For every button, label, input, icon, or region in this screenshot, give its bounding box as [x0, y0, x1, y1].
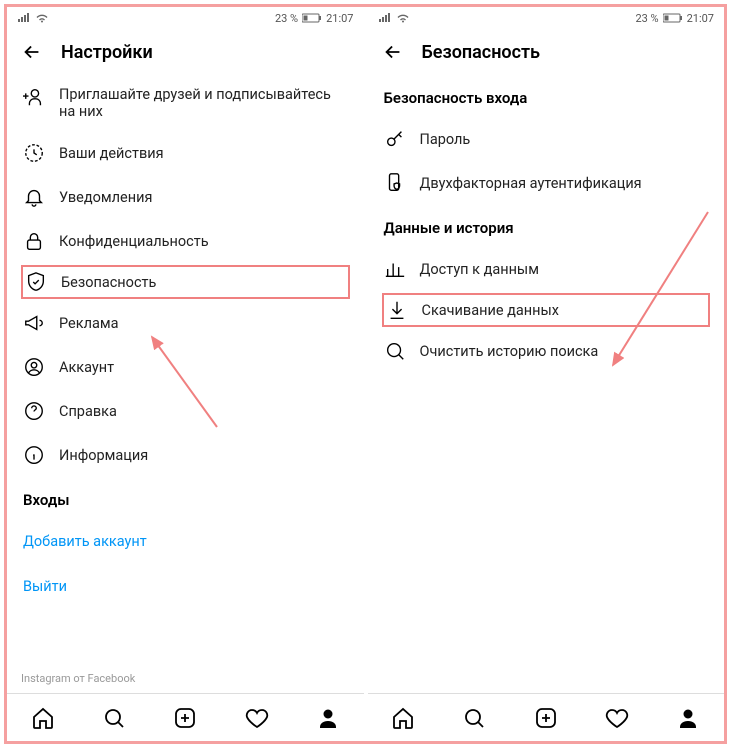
- time: 21:07: [326, 12, 353, 25]
- nav-profile[interactable]: [315, 705, 341, 731]
- menu-data-access[interactable]: Доступ к данным: [382, 247, 711, 291]
- signal-icon: [17, 13, 31, 23]
- nav-home[interactable]: [390, 705, 416, 731]
- info-icon: [23, 444, 45, 466]
- menu-privacy[interactable]: Конфиденциальность: [21, 219, 350, 263]
- bell-icon: [23, 186, 45, 208]
- menu-label: Безопасность: [61, 274, 156, 291]
- bottom-nav: [7, 693, 364, 741]
- menu-label: Скачивание данных: [422, 302, 559, 319]
- link-add-account[interactable]: Добавить аккаунт: [21, 519, 350, 564]
- nav-add[interactable]: [533, 705, 559, 731]
- wifi-icon: [35, 13, 49, 23]
- bars-icon: [384, 258, 406, 280]
- search-icon: [384, 340, 406, 362]
- clock-activity-icon: [23, 142, 45, 164]
- page-title: Настройки: [61, 42, 153, 63]
- menu-label: Информация: [59, 447, 148, 464]
- link-logout[interactable]: Выйти: [21, 564, 350, 609]
- menu-password[interactable]: Пароль: [382, 117, 711, 161]
- shield-check-icon: [25, 271, 47, 293]
- menu-security[interactable]: Безопасность: [21, 265, 350, 299]
- menu-label: Двухфакторная аутентификация: [420, 175, 642, 192]
- menu-your-activity[interactable]: Ваши действия: [21, 131, 350, 175]
- signal-icon: [378, 13, 392, 23]
- page-header: Безопасность: [368, 29, 725, 75]
- key-icon: [384, 128, 406, 150]
- status-bar: 23 % 21:07: [7, 7, 364, 29]
- phone-shield-icon: [384, 172, 406, 194]
- account-icon: [23, 356, 45, 378]
- menu-label: Приглашайте друзей и подписывайтесь на н…: [59, 86, 348, 120]
- battery-percent: 23 %: [275, 12, 298, 25]
- page-title: Безопасность: [422, 42, 541, 63]
- nav-add[interactable]: [172, 705, 198, 731]
- battery-icon: [302, 13, 322, 23]
- menu-label: Пароль: [420, 131, 471, 148]
- nav-search[interactable]: [461, 705, 487, 731]
- battery-icon: [663, 13, 683, 23]
- nav-activity[interactable]: [244, 705, 270, 731]
- menu-label: Конфиденциальность: [59, 233, 209, 250]
- nav-home[interactable]: [30, 705, 56, 731]
- page-header: Настройки: [7, 29, 364, 75]
- nav-activity[interactable]: [604, 705, 630, 731]
- menu-label: Аккаунт: [59, 359, 114, 376]
- nav-search[interactable]: [101, 705, 127, 731]
- menu-label: Доступ к данным: [420, 261, 539, 278]
- menu-help[interactable]: Справка: [21, 389, 350, 433]
- add-person-icon: [23, 86, 45, 108]
- menu-label: Реклама: [59, 315, 119, 332]
- time: 21:07: [687, 12, 714, 25]
- footer-branding: Instagram от Facebook: [7, 656, 364, 693]
- section-data-history: Данные и история: [382, 205, 711, 247]
- right-phone-screen: 23 % 21:07 Безопасность Безопасность вхо…: [368, 7, 725, 741]
- menu-two-factor[interactable]: Двухфакторная аутентификация: [382, 161, 711, 205]
- status-bar: 23 % 21:07: [368, 7, 725, 29]
- back-icon[interactable]: [21, 41, 43, 63]
- section-login-security: Безопасность входа: [382, 75, 711, 117]
- download-icon: [386, 299, 408, 321]
- menu-label: Очистить историю поиска: [420, 343, 599, 360]
- bottom-nav: [368, 693, 725, 741]
- menu-label: Ваши действия: [59, 145, 164, 162]
- menu-download-data[interactable]: Скачивание данных: [382, 293, 711, 327]
- nav-profile[interactable]: [675, 705, 701, 731]
- help-icon: [23, 400, 45, 422]
- menu-label: Уведомления: [59, 189, 152, 206]
- battery-percent: 23 %: [635, 12, 658, 25]
- left-phone-screen: 23 % 21:07 Настройки Приглашайте друзей …: [7, 7, 364, 741]
- menu-invite-friends[interactable]: Приглашайте друзей и подписывайтесь на н…: [21, 75, 350, 131]
- lock-icon: [23, 230, 45, 252]
- menu-about[interactable]: Информация: [21, 433, 350, 477]
- menu-notifications[interactable]: Уведомления: [21, 175, 350, 219]
- menu-account[interactable]: Аккаунт: [21, 345, 350, 389]
- menu-ads[interactable]: Реклама: [21, 301, 350, 345]
- menu-label: Справка: [59, 403, 117, 420]
- back-icon[interactable]: [382, 41, 404, 63]
- wifi-icon: [396, 13, 410, 23]
- section-logins: Входы: [21, 477, 350, 519]
- menu-clear-search[interactable]: Очистить историю поиска: [382, 329, 711, 373]
- megaphone-icon: [23, 312, 45, 334]
